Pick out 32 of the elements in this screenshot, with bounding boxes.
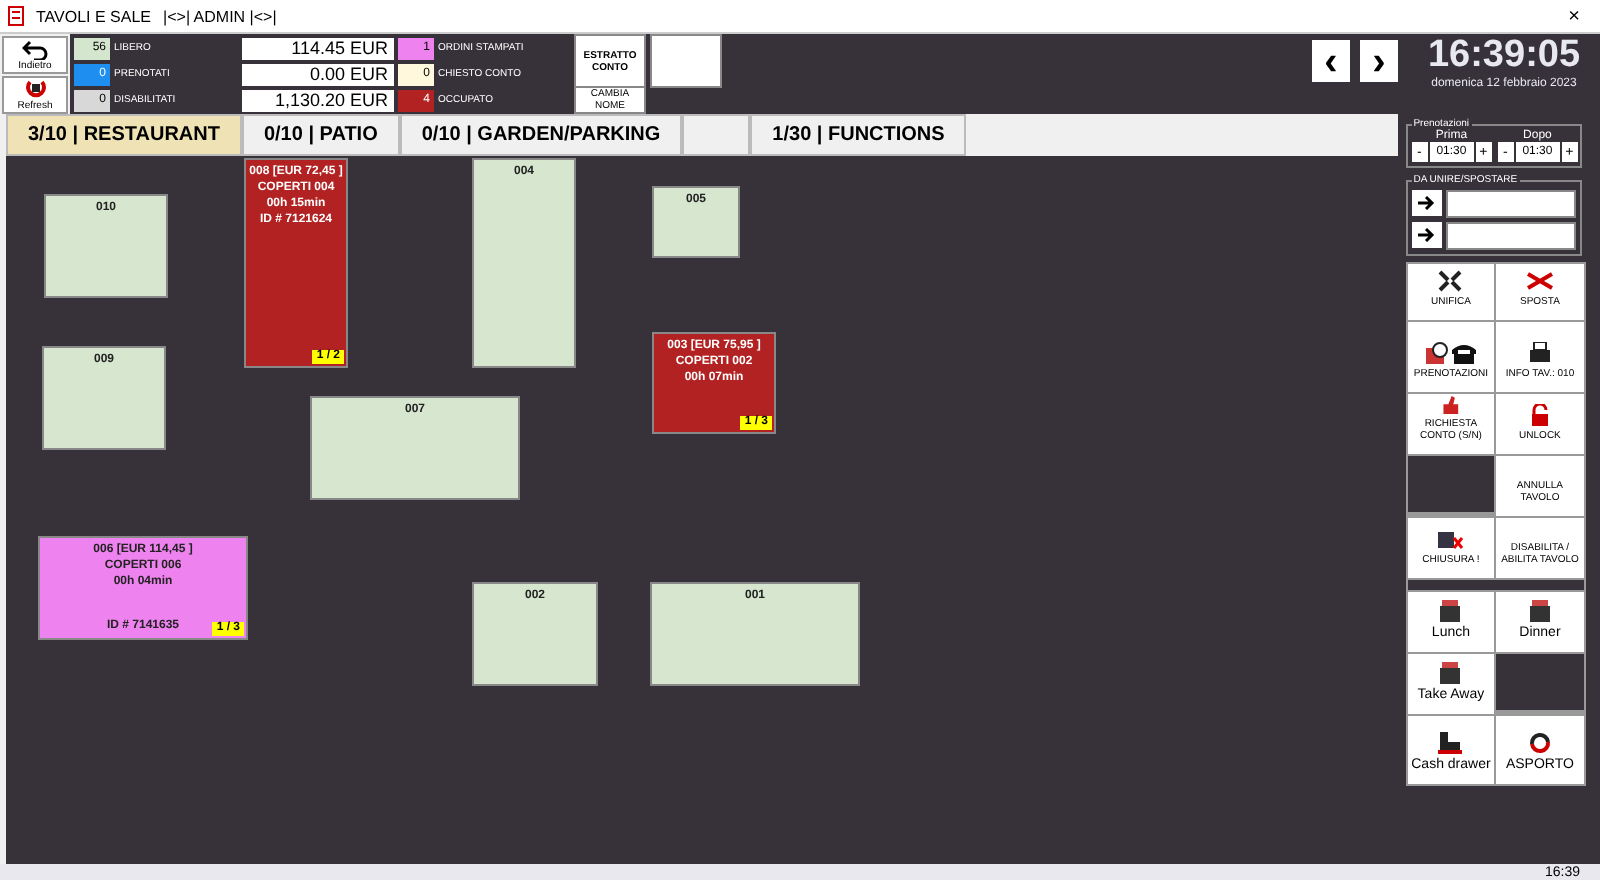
window-title: TAVOLI E SALE — [36, 7, 152, 25]
cash-drawer-icon — [1436, 732, 1465, 754]
cash-register-icon — [1436, 600, 1465, 622]
close-button[interactable]: × — [1568, 5, 1592, 27]
amount-field: 0.00 EUR — [242, 63, 394, 85]
room-tab[interactable]: 0/10 | GARDEN/PARKING — [399, 114, 683, 156]
arrow-button[interactable] — [1411, 190, 1442, 216]
close-table-icon — [1436, 528, 1465, 550]
cash-register-icon — [1525, 600, 1554, 622]
amount-field: 1,130.20 EUR — [242, 89, 394, 111]
window-subtitle: |<>| ADMIN |<>| — [163, 7, 277, 25]
printer-icon — [1525, 342, 1554, 364]
app-icon — [8, 6, 24, 26]
cash-register-icon — [1436, 662, 1465, 684]
blank-tile — [1496, 654, 1584, 710]
room-tab[interactable]: 3/10 | RESTAURANT — [6, 114, 242, 156]
calendar-phone-icon — [1424, 342, 1477, 364]
arrow-button[interactable] — [1411, 222, 1442, 248]
blank-tile — [1407, 456, 1495, 512]
next-button[interactable]: › — [1360, 40, 1398, 82]
amount-field: 114.45 EUR — [242, 37, 394, 59]
input-field[interactable] — [1445, 222, 1576, 250]
room-tab[interactable]: 0/10 | PATIO — [241, 114, 400, 156]
input-field[interactable] — [1445, 190, 1576, 218]
previous-button[interactable]: ‹ — [1312, 40, 1350, 82]
merge-arrows-icon — [1436, 270, 1465, 292]
refresh-icon — [21, 78, 49, 100]
undo-arrow-icon — [21, 38, 49, 60]
room-tab[interactable]: 1/30 | FUNCTIONS — [750, 114, 967, 156]
clock-time: 16:39:05 — [1427, 34, 1581, 77]
right-arrow-icon — [1417, 228, 1436, 242]
right-arrow-icon — [1417, 196, 1436, 210]
